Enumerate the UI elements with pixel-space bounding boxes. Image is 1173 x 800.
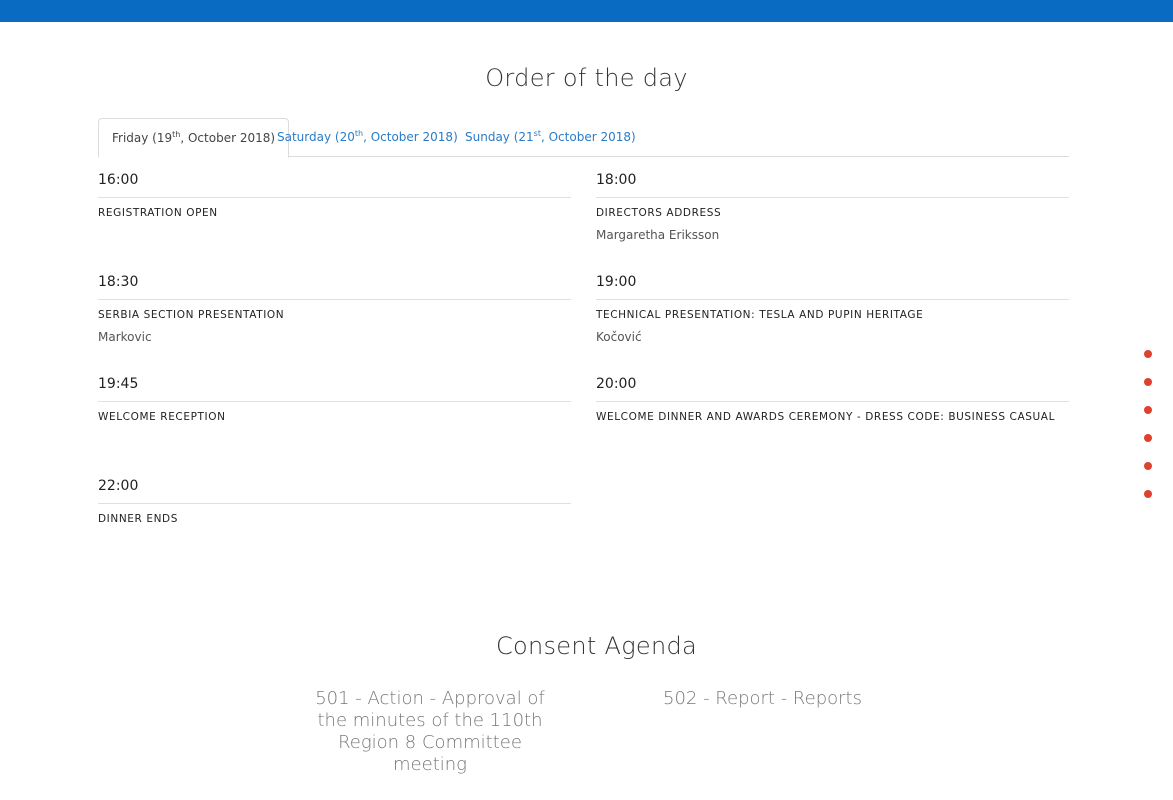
tab-friday-rest: , October 2018) — [180, 131, 276, 145]
event-speaker: Margaretha Eriksson — [596, 228, 720, 242]
schedule-event: 19:45 WELCOME RECEPTION — [98, 374, 571, 423]
tab-sunday-sup: st — [533, 129, 541, 138]
event-title: WELCOME DINNER AND AWARDS CEREMONY - DRE… — [596, 411, 1056, 423]
nav-dot[interactable] — [1144, 490, 1152, 498]
event-title: DIRECTORS ADDRESS — [596, 207, 722, 219]
event-time: 20:00 — [596, 374, 1069, 402]
consent-agenda-item[interactable]: 501 - Action - Approval of the minutes o… — [300, 688, 560, 776]
event-time: 18:00 — [596, 170, 1069, 198]
tab-saturday-day: Saturday (20 — [277, 130, 355, 144]
schedule-event: 22:00 DINNER ENDS — [98, 476, 571, 525]
tab-sunday-day: Sunday (21 — [465, 130, 534, 144]
nav-dot[interactable] — [1144, 378, 1152, 386]
nav-dot[interactable] — [1144, 350, 1152, 358]
event-time: 18:30 — [98, 272, 571, 300]
schedule-event: 18:00 DIRECTORS ADDRESS Margaretha Eriks… — [596, 170, 1069, 242]
schedule-event: 16:00 REGISTRATION OPEN — [98, 170, 571, 219]
event-title: DINNER ENDS — [98, 513, 178, 525]
nav-dot[interactable] — [1144, 406, 1152, 414]
tab-friday-day: Friday (19 — [112, 131, 173, 145]
top-bar — [0, 0, 1173, 22]
event-time: 19:45 — [98, 374, 571, 402]
nav-dot[interactable] — [1144, 462, 1152, 470]
order-of-the-day-title: Order of the day — [485, 64, 688, 92]
day-tabs: Friday (19th, October 2018) Saturday (20… — [98, 118, 1069, 158]
consent-agenda-item[interactable]: 502 - Report - Reports — [650, 688, 875, 710]
event-title: REGISTRATION OPEN — [98, 207, 218, 219]
tab-saturday-sup: th — [354, 129, 364, 138]
event-speaker: Markovic — [98, 330, 152, 344]
event-time: 19:00 — [596, 272, 1069, 300]
schedule-event: 18:30 SERBIA SECTION PRESENTATION Markov… — [98, 272, 571, 344]
tab-sunday-rest: , October 2018) — [540, 130, 636, 144]
tab-saturday-rest: , October 2018) — [363, 130, 458, 144]
schedule-event: 20:00 WELCOME DINNER AND AWARDS CEREMONY… — [596, 374, 1069, 423]
event-title: TECHNICAL PRESENTATION: TESLA AND PUPIN … — [596, 309, 924, 321]
event-title: SERBIA SECTION PRESENTATION — [98, 309, 285, 321]
section-nav-dots — [1144, 350, 1152, 518]
event-title: WELCOME RECEPTION — [98, 411, 226, 423]
schedule-event: 19:00 TECHNICAL PRESENTATION: TESLA AND … — [596, 272, 1069, 344]
tab-sunday[interactable]: Sunday (21st, October 2018) — [465, 118, 636, 156]
event-time: 16:00 — [98, 170, 571, 198]
tab-friday[interactable]: Friday (19th, October 2018) — [98, 118, 290, 158]
consent-agenda-title: Consent Agenda — [495, 632, 698, 660]
nav-dot[interactable] — [1144, 434, 1152, 442]
tab-saturday[interactable]: Saturday (20th, October 2018) — [277, 118, 458, 156]
event-speaker: Kočović — [596, 330, 642, 344]
event-time: 22:00 — [98, 476, 571, 504]
